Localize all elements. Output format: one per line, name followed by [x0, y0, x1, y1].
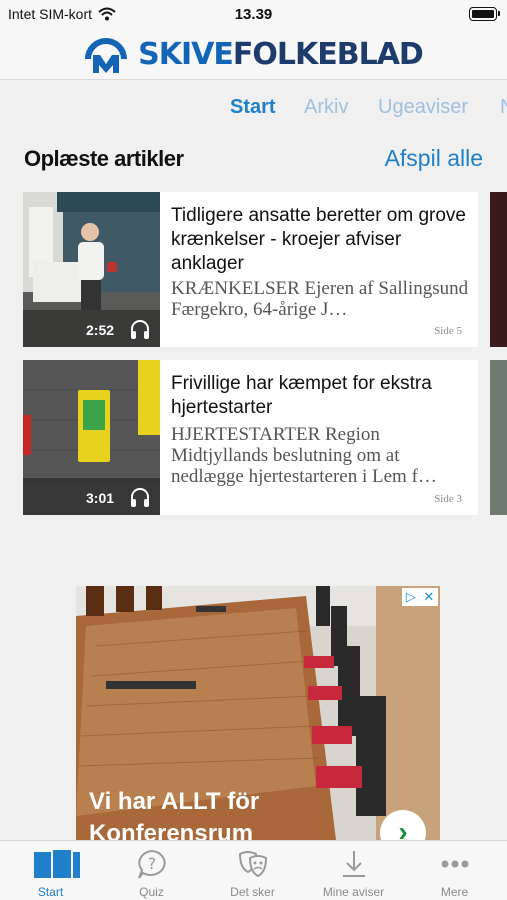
- close-icon[interactable]: ✕: [423, 589, 434, 605]
- nav-mere[interactable]: Mere: [404, 841, 505, 900]
- article-page: Side 5: [434, 325, 462, 337]
- download-icon: [343, 851, 365, 877]
- status-bar: Intet SIM-kort 13.39: [0, 0, 507, 30]
- section-title: Oplæste artikler: [24, 146, 184, 171]
- more-dots-icon: [441, 860, 469, 868]
- battery-icon: [469, 7, 500, 21]
- nav-quiz[interactable]: ? Quiz: [101, 841, 202, 900]
- article-excerpt: KRÆNKELSER Ejeren af Sallingsund Færgekr…: [171, 278, 469, 320]
- ad-info-icon[interactable]: ▷: [406, 589, 416, 605]
- headphones-icon: [131, 488, 149, 507]
- tab-ugeaviser[interactable]: Ugeaviser: [378, 96, 468, 119]
- nav-det-sker[interactable]: Det sker: [202, 841, 303, 900]
- audio-duration: 3:01: [86, 490, 115, 506]
- advertisement[interactable]: ▷ ✕ Vi har ALLT för Konferensrum ›: [76, 586, 440, 840]
- article-title: Tidligere ansatte beretter om grove kræn…: [171, 205, 467, 274]
- clock: 13.39: [234, 6, 273, 23]
- nav-mine-aviser[interactable]: Mine aviser: [303, 841, 404, 900]
- section-tabs: Start Arkiv Ugeaviser N: [0, 80, 507, 134]
- next-card-peek[interactable]: [490, 192, 507, 347]
- article-page: Side 3: [434, 493, 462, 505]
- article-thumbnail: 2:52: [23, 192, 160, 347]
- tab-next[interactable]: N: [500, 96, 507, 119]
- audio-duration: 2:52: [86, 322, 115, 338]
- next-card-peek[interactable]: [490, 360, 507, 515]
- tab-arkiv[interactable]: Arkiv: [304, 96, 348, 119]
- newspapers-icon: [34, 850, 80, 878]
- article-thumbnail: 3:01: [23, 360, 160, 515]
- theater-masks-icon: [238, 851, 268, 878]
- brand-name: SKIVEFOLKEBLAD: [138, 37, 424, 72]
- svg-text:?: ?: [148, 854, 157, 873]
- article-card[interactable]: 2:52 Tidligere ansatte beretter om grove…: [23, 192, 478, 347]
- play-all-button[interactable]: Afspil alle: [385, 145, 483, 172]
- nav-start[interactable]: Start: [0, 841, 101, 900]
- article-excerpt: HJERTESTARTER Region Midtjyllands beslut…: [171, 424, 437, 487]
- ad-headline: Vi har ALLT för Konferensrum: [89, 788, 260, 840]
- headphones-icon: [131, 320, 149, 339]
- article-title: Frivillige har kæmpet for ekstra hjertes…: [171, 373, 432, 418]
- quiz-bubble-icon: ?: [138, 849, 166, 879]
- bottom-navigation: Start ? Quiz Det sker Mine aviser Mere: [0, 840, 507, 900]
- article-card[interactable]: 3:01 Frivillige har kæmpet for ekstra hj…: [23, 360, 478, 515]
- app-header: SKIVEFOLKEBLAD: [0, 30, 507, 80]
- brand-logo-icon: [85, 37, 128, 73]
- tab-start[interactable]: Start: [230, 96, 276, 119]
- ad-choices[interactable]: ▷ ✕: [402, 588, 438, 606]
